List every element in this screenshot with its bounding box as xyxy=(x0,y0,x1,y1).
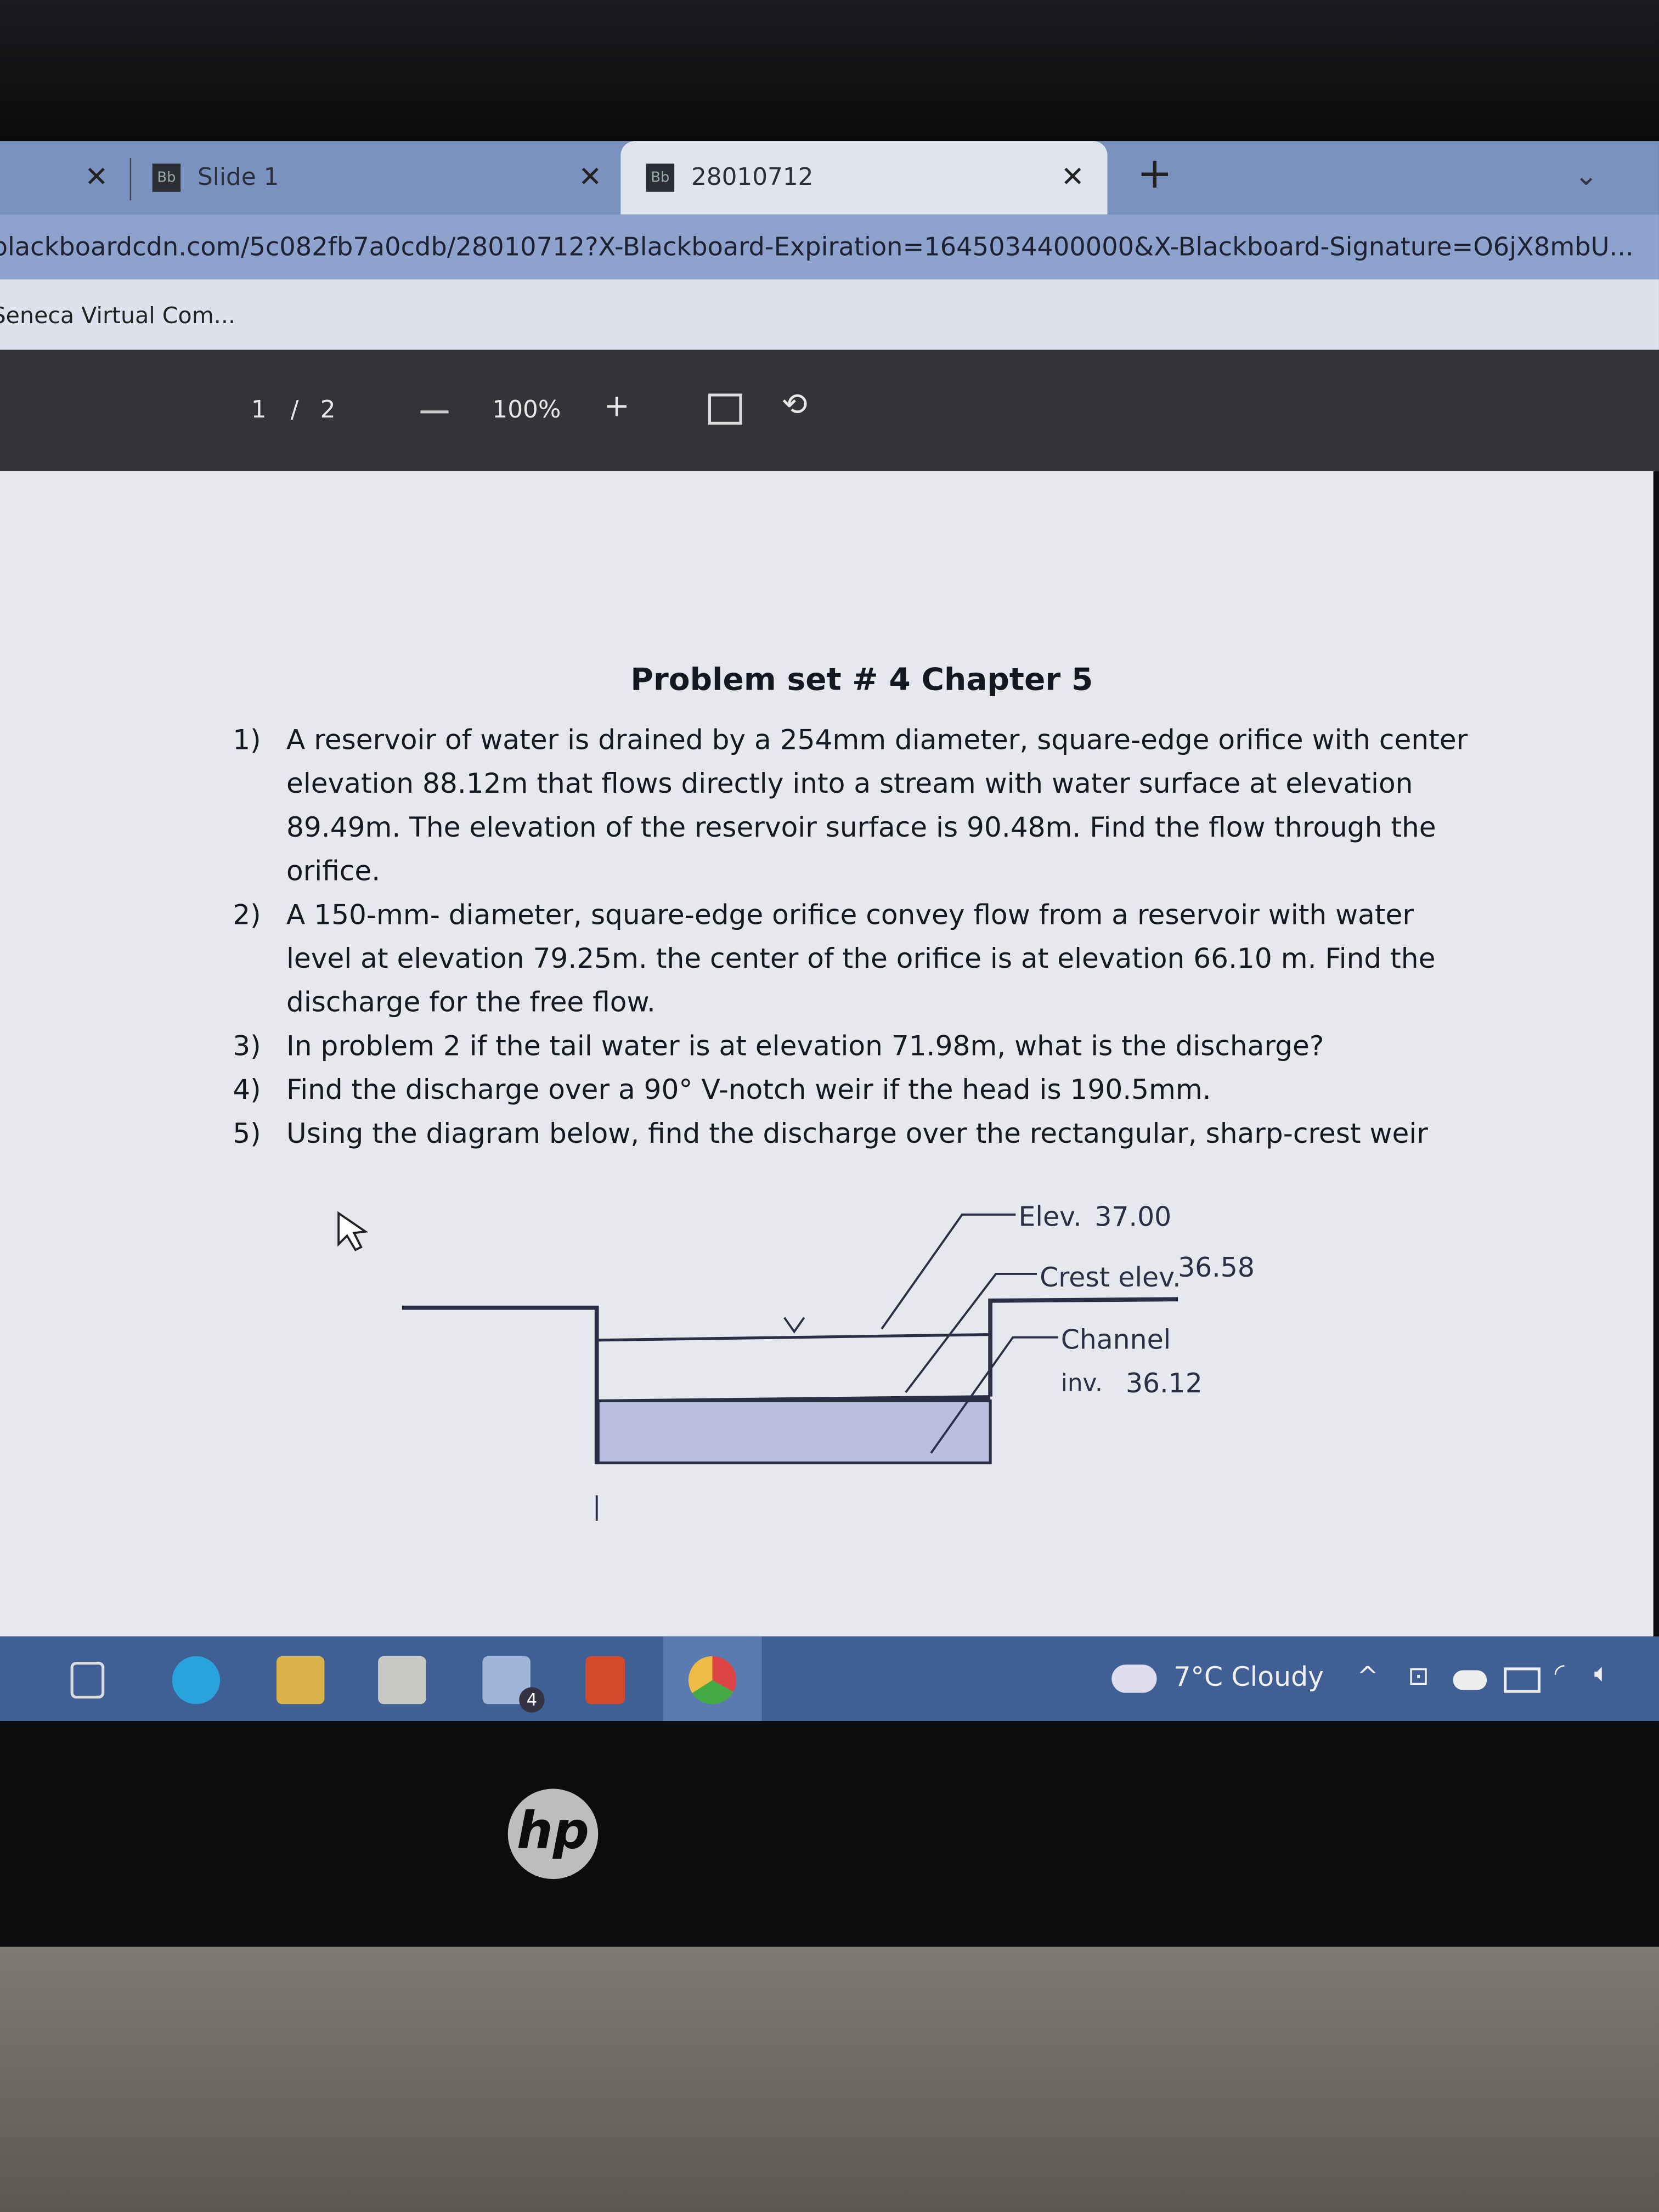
edge-icon[interactable] xyxy=(172,1656,221,1705)
mail-badge: 4 xyxy=(519,1687,545,1713)
file-explorer-icon[interactable] xyxy=(276,1656,325,1705)
store-icon[interactable] xyxy=(378,1656,426,1705)
wifi-icon[interactable]: ◜ xyxy=(1555,1659,1565,1689)
inv-value: 36.12 xyxy=(1126,1368,1203,1399)
office-icon[interactable] xyxy=(585,1656,625,1705)
crest-label: Crest elev. xyxy=(1040,1262,1181,1293)
elev-label: Elev. xyxy=(1019,1201,1082,1233)
battery-icon[interactable] xyxy=(1504,1667,1541,1693)
screen-bezel-bottom: hp xyxy=(0,1721,1659,1947)
hp-logo: hp xyxy=(507,1788,599,1880)
cloud-icon xyxy=(1111,1664,1157,1693)
onedrive-icon[interactable] xyxy=(1453,1670,1487,1690)
task-view-icon[interactable] xyxy=(70,1662,105,1699)
inv-label: inv. xyxy=(1061,1369,1103,1397)
device-icon[interactable]: ⊡ xyxy=(1408,1662,1429,1691)
crest-value: 36.58 xyxy=(1178,1252,1255,1283)
chrome-taskbar-button[interactable] xyxy=(663,1636,762,1722)
channel-label: Channel xyxy=(1061,1324,1171,1355)
tray-chevron-icon[interactable]: ^ xyxy=(1357,1662,1379,1691)
laptop-body xyxy=(0,1946,1659,2212)
elev-value: 37.00 xyxy=(1094,1201,1171,1233)
taskbar: 4 7°C Cloudy ^ ⊡ ◜ 🔈︎ xyxy=(0,1636,1659,1722)
mouse-cursor-icon xyxy=(337,1211,369,1251)
weather-text[interactable]: 7°C Cloudy xyxy=(1173,1662,1324,1693)
chrome-icon xyxy=(688,1656,737,1705)
volume-icon[interactable]: 🔈︎ xyxy=(1594,1659,1610,1689)
